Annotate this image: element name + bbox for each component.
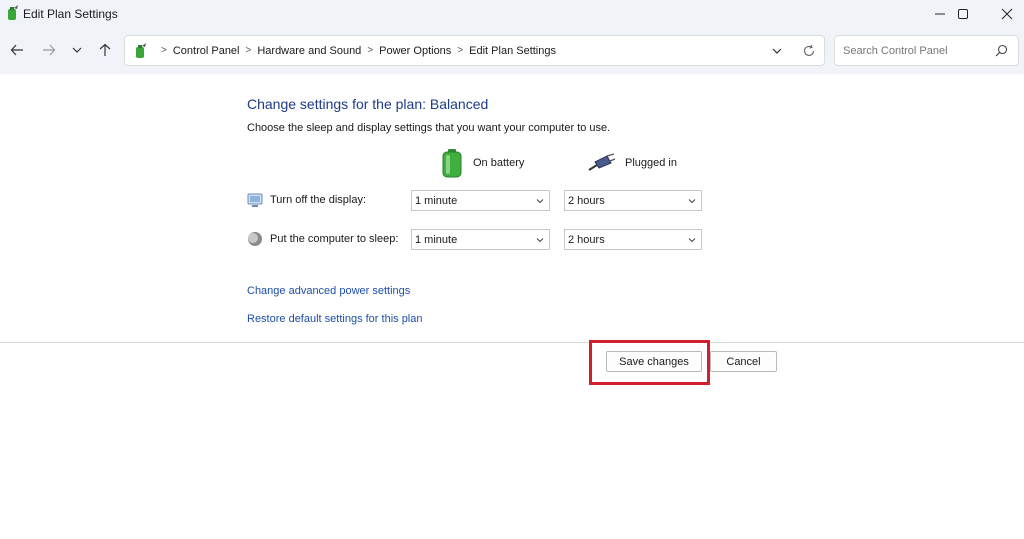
maximize-icon: [958, 9, 968, 19]
sleep-plugged-value: 2 hours: [568, 233, 605, 246]
page-title: Change settings for the plan: Balanced: [247, 96, 489, 112]
chevron-down-icon: [688, 238, 696, 243]
forward-button[interactable]: [39, 40, 59, 60]
title-bar: Edit Plan Settings: [0, 0, 1024, 28]
search-icon[interactable]: [995, 44, 1008, 57]
power-options-icon: [8, 5, 18, 20]
arrow-left-icon: [10, 44, 23, 56]
cancel-button[interactable]: Cancel: [710, 351, 777, 372]
arrow-up-icon: [99, 43, 111, 56]
search-input[interactable]: [841, 42, 991, 60]
refresh-icon[interactable]: [802, 44, 816, 58]
sleep-battery-value: 1 minute: [415, 233, 458, 246]
address-toolbar: > Control Panel > Hardware and Sound > P…: [0, 28, 1024, 74]
page-description: Choose the sleep and display settings th…: [247, 122, 611, 134]
breadcrumb-control-panel[interactable]: Control Panel: [173, 45, 240, 57]
footer-divider: [0, 342, 1024, 343]
breadcrumb-power-options[interactable]: Power Options: [379, 45, 451, 57]
breadcrumb: > Control Panel > Hardware and Sound > P…: [155, 36, 556, 65]
search-box[interactable]: [834, 35, 1019, 66]
save-changes-button[interactable]: Save changes: [606, 351, 702, 372]
display-plugged-value: 2 hours: [568, 194, 605, 207]
chevron-down-icon: [536, 238, 544, 243]
breadcrumb-edit-plan-settings[interactable]: Edit Plan Settings: [469, 45, 556, 57]
display-battery-value: 1 minute: [415, 194, 458, 207]
control-panel-icon: [136, 43, 146, 58]
breadcrumb-separator: >: [161, 45, 167, 56]
address-bar[interactable]: > Control Panel > Hardware and Sound > P…: [124, 35, 825, 66]
breadcrumb-separator: >: [245, 45, 252, 56]
maximize-button[interactable]: [940, 0, 986, 28]
advanced-settings-link[interactable]: Change advanced power settings: [247, 285, 410, 297]
recent-locations-button[interactable]: [67, 40, 87, 60]
sleep-setting-label: Put the computer to sleep:: [247, 230, 398, 248]
sleep-label-text: Put the computer to sleep:: [270, 233, 399, 245]
column-header-plugged: Plugged in: [587, 148, 677, 178]
display-setting-label: Turn off the display:: [247, 191, 366, 209]
breadcrumb-separator: >: [457, 45, 464, 56]
display-plugged-select[interactable]: 2 hours: [564, 190, 702, 211]
sleep-plugged-select[interactable]: 2 hours: [564, 229, 702, 250]
address-dropdown-icon[interactable]: [770, 44, 784, 58]
up-button[interactable]: [95, 40, 115, 60]
column-header-battery: On battery: [441, 148, 524, 178]
power-plug-icon: [588, 153, 615, 171]
close-button[interactable]: [984, 0, 1024, 28]
battery-icon: [442, 149, 462, 178]
chevron-down-icon: [688, 199, 696, 204]
back-button[interactable]: [7, 40, 27, 60]
display-icon: [247, 193, 263, 207]
arrow-right-icon: [43, 44, 56, 56]
chevron-down-icon: [536, 199, 544, 204]
sleep-battery-select[interactable]: 1 minute: [411, 229, 550, 250]
breadcrumb-hardware-and-sound[interactable]: Hardware and Sound: [257, 45, 361, 57]
column-label-battery: On battery: [473, 157, 525, 169]
restore-defaults-link[interactable]: Restore default settings for this plan: [247, 313, 422, 325]
chevron-down-icon: [72, 47, 82, 53]
display-label-text: Turn off the display:: [270, 194, 366, 206]
close-icon: [1001, 8, 1013, 20]
sleep-moon-icon: [248, 232, 262, 246]
window-title: Edit Plan Settings: [23, 7, 118, 21]
column-label-plugged: Plugged in: [625, 157, 677, 169]
breadcrumb-separator: >: [367, 45, 374, 56]
display-battery-select[interactable]: 1 minute: [411, 190, 550, 211]
